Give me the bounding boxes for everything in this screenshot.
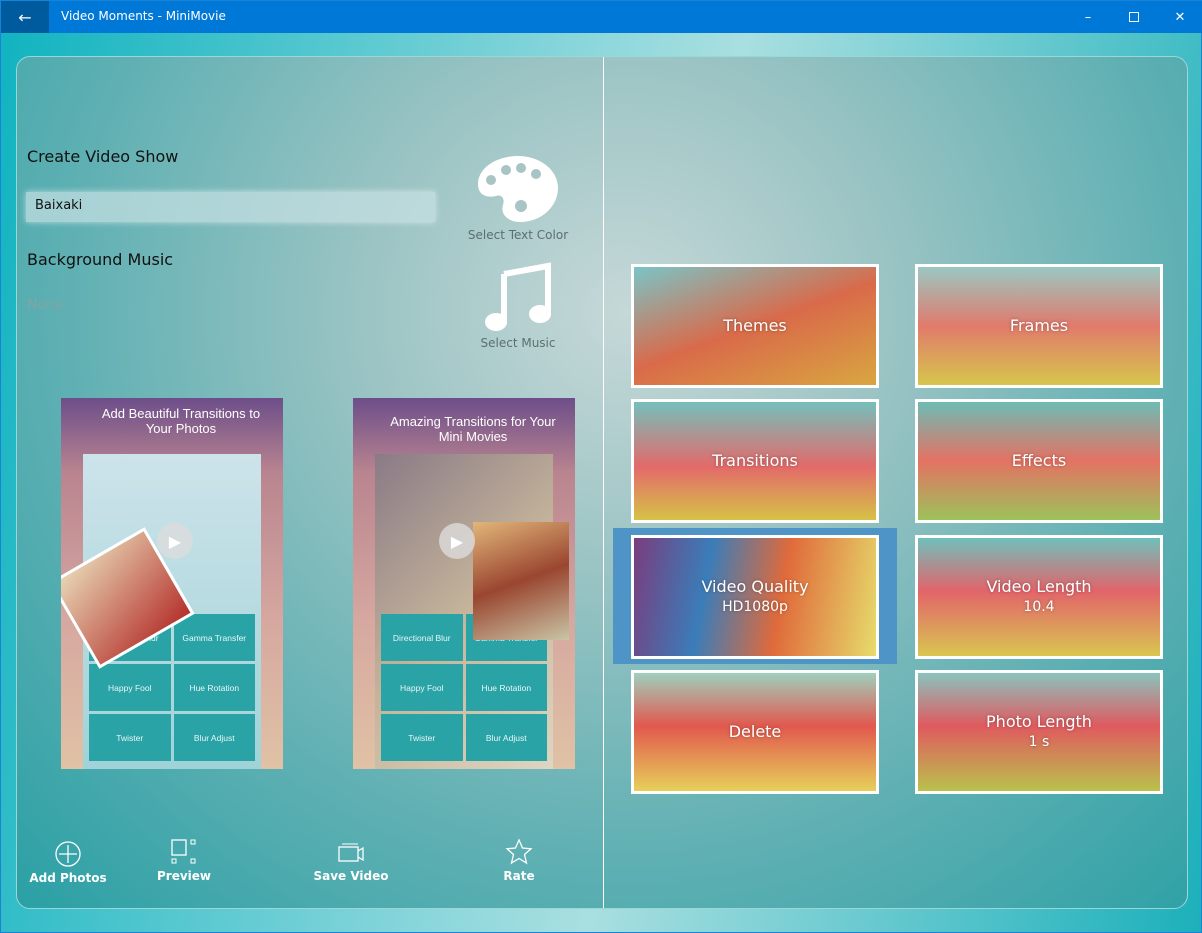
close-button[interactable]: ✕	[1157, 1, 1202, 33]
preview-label: Preview	[156, 869, 211, 883]
main-panel: Create Video Show Baixaki Background Mus…	[16, 56, 1188, 909]
rate-label: Rate	[503, 869, 535, 883]
frames-tile[interactable]: Frames	[915, 264, 1163, 388]
tile-label: Transitions	[712, 451, 798, 470]
preview-icon	[171, 839, 196, 864]
select-text-color-button[interactable]: Select Text Color	[458, 154, 578, 242]
delete-tile[interactable]: Delete	[631, 670, 879, 794]
preview-button[interactable]: Preview	[139, 838, 229, 883]
promo-image-2: Amazing Transitions for Your Mini Movies…	[353, 398, 575, 769]
photo-length-tile[interactable]: Photo Length 1 s	[915, 670, 1163, 794]
music-value: None	[27, 297, 64, 313]
star-icon	[505, 838, 533, 865]
tile-label: Frames	[1009, 316, 1069, 335]
promo-heading: Add Beautiful Transitions to Your Photos	[101, 406, 261, 436]
tile-value: 1 s	[1028, 734, 1050, 750]
add-photos-button[interactable]: Add Photos	[23, 840, 113, 885]
window-title: Video Moments - MiniMovie	[61, 9, 226, 23]
tile-label: Themes	[723, 316, 787, 335]
video-quality-tile[interactable]: Video Quality HD1080p	[631, 535, 879, 659]
promo-image-1: Add Beautiful Transitions to Your Photos…	[61, 398, 283, 769]
play-icon: ▶	[439, 523, 475, 559]
rate-button[interactable]: Rate	[474, 838, 564, 883]
title-input[interactable]: Baixaki	[26, 192, 435, 222]
promo-cell: Blur Adjust	[173, 714, 255, 761]
add-photos-label: Add Photos	[29, 871, 107, 885]
themes-tile[interactable]: Themes	[631, 264, 879, 388]
tile-label: Effects	[1011, 451, 1067, 470]
palette-icon	[478, 156, 558, 222]
title-bar: ← Video Moments - MiniMovie – ✕	[1, 1, 1202, 33]
effects-tile[interactable]: Effects	[915, 399, 1163, 523]
save-video-button[interactable]: Save Video	[306, 838, 396, 883]
promo-cell: Happy Fool	[381, 664, 463, 711]
select-text-color-label: Select Text Color	[467, 228, 569, 242]
transitions-tile[interactable]: Transitions	[631, 399, 879, 523]
maximize-icon	[1129, 12, 1139, 22]
create-video-show-heading: Create Video Show	[27, 147, 179, 166]
promo-cell: Directional Blur	[381, 614, 463, 661]
promo-cell: Twister	[89, 714, 171, 761]
tile-label: Delete	[728, 722, 782, 741]
select-music-button[interactable]: Select Music	[458, 262, 578, 350]
tile-value: HD1080p	[722, 599, 788, 615]
arrow-left-icon: ←	[18, 7, 32, 27]
tile-label: Photo Length	[986, 712, 1092, 731]
divider	[603, 57, 604, 908]
music-note-icon	[485, 262, 551, 331]
minimize-icon: –	[1084, 9, 1092, 25]
promo-cell: Blur Adjust	[465, 714, 547, 761]
video-camera-icon	[338, 843, 364, 862]
promo-cell: Hue Rotation	[173, 664, 255, 711]
background-music-heading: Background Music	[27, 250, 174, 269]
save-video-label: Save Video	[313, 869, 389, 883]
promo-cell: Happy Fool	[89, 664, 171, 711]
select-music-label: Select Music	[480, 336, 556, 350]
tile-label: Video Length	[986, 577, 1092, 596]
minimize-button[interactable]: –	[1065, 1, 1111, 33]
promo-cell: Hue Rotation	[465, 664, 547, 711]
maximize-button[interactable]	[1111, 1, 1157, 33]
tile-value: 10.4	[1023, 599, 1055, 615]
tile-label: Video Quality	[701, 577, 809, 596]
promo-heading: Amazing Transitions for Your Mini Movies	[390, 414, 556, 444]
play-icon: ▶	[157, 523, 193, 559]
video-length-tile[interactable]: Video Length 10.4	[915, 535, 1163, 659]
promo-cell: Twister	[381, 714, 463, 761]
close-icon: ✕	[1174, 9, 1186, 25]
back-button[interactable]: ←	[1, 1, 49, 33]
promo-photo	[473, 522, 569, 640]
add-circle-icon	[55, 841, 81, 867]
promo-cell: Gamma Transfer	[173, 614, 255, 661]
